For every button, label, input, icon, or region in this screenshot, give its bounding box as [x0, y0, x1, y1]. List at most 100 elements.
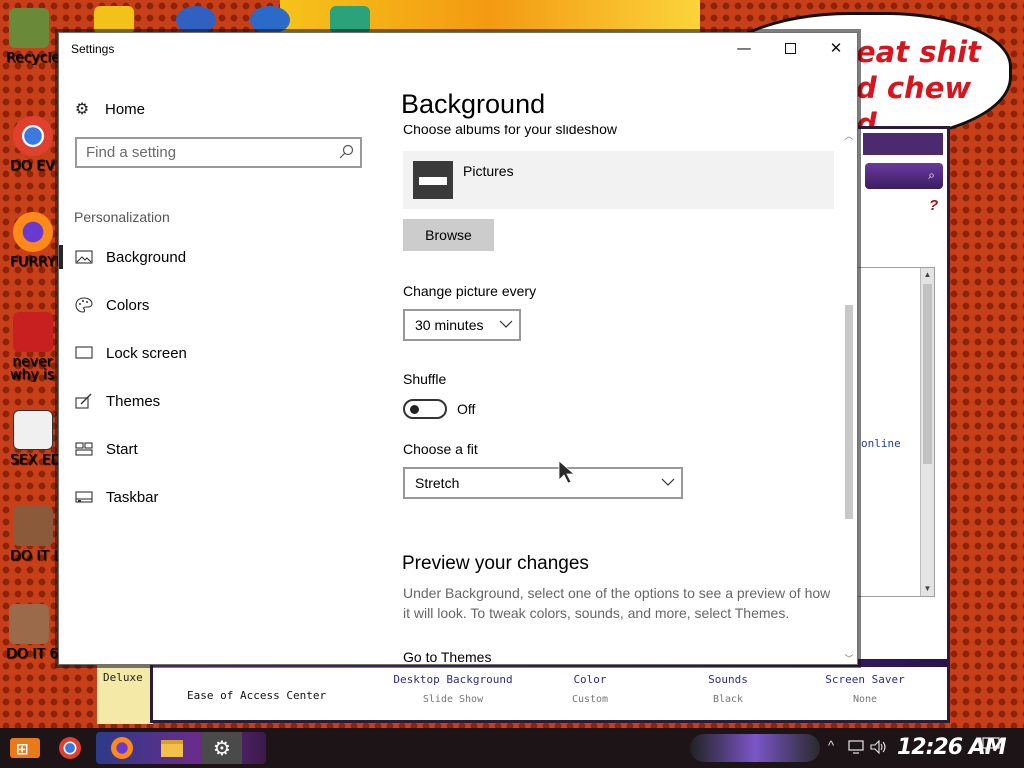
volume-icon[interactable] — [870, 740, 888, 754]
page-title: Background — [401, 89, 546, 119]
find-setting-search[interactable] — [75, 137, 362, 168]
color-item[interactable]: Color Custom — [520, 673, 660, 705]
scroll-thumb[interactable] — [923, 284, 932, 464]
desktop-icon-label: Recycle — [6, 52, 60, 65]
sidebar-item-lock-screen[interactable]: Lock screen — [59, 333, 359, 373]
start-button[interactable]: ⊞ — [8, 734, 42, 762]
taskbar-file-explorer[interactable] — [154, 732, 190, 764]
sounds-item[interactable]: Sounds Black — [658, 673, 798, 705]
minimize-icon: — — [736, 39, 752, 57]
choose-fit-label: Choose a fit — [403, 441, 478, 457]
shuffle-toggle[interactable] — [403, 399, 447, 419]
folder-icon — [413, 161, 453, 199]
sidebar-item-taskbar[interactable]: Taskbar — [59, 477, 359, 517]
choose-fit-dropdown[interactable]: Stretch — [403, 467, 683, 499]
chevron-down-icon — [661, 478, 675, 486]
shuffle-label: Shuffle — [403, 371, 447, 387]
brush-icon — [75, 393, 92, 409]
taskbar-settings[interactable]: ⚙ — [202, 732, 242, 764]
taskbar-chrome[interactable] — [52, 732, 88, 764]
control-panel-list: ▲ ▼ — [853, 267, 935, 597]
go-to-themes-link[interactable]: Go to Themes — [403, 649, 491, 664]
desktop-background-item[interactable]: Desktop Background Slide Show — [383, 673, 523, 705]
sidebar-item-background[interactable]: Background — [59, 237, 359, 277]
sidebar-item-colors[interactable]: Colors — [59, 285, 359, 325]
desktop-icon-devcpp[interactable]: never u why is it — [8, 312, 68, 382]
change-picture-dropdown[interactable]: 30 minutes — [403, 309, 521, 341]
item-title: Screen Saver — [825, 673, 905, 686]
sidebar-item-label: Start — [106, 440, 138, 458]
deluxe-label: Deluxe — [103, 671, 143, 684]
ease-of-access-link[interactable]: Ease of Access Center — [187, 689, 326, 702]
online-link[interactable]: online — [861, 437, 901, 450]
control-panel-search[interactable]: ⌕ — [865, 163, 943, 189]
minimize-button[interactable]: — — [721, 33, 767, 63]
preview-description: Under Background, select one of the opti… — [403, 585, 831, 621]
search-input[interactable] — [77, 139, 327, 166]
scroll-up-arrow-icon[interactable]: ▲ — [921, 268, 934, 282]
help-icon[interactable]: ? — [929, 197, 938, 214]
sidebar-item-label: Taskbar — [106, 488, 159, 506]
start-grid-icon — [75, 442, 93, 456]
desktop-app-icon-1[interactable] — [94, 6, 134, 34]
settings-window: Settings — ✕ ⚙ Home Personalization Back… — [58, 32, 858, 665]
desktop-icon-portrait-2[interactable]: DO IT 64 — [4, 604, 67, 661]
chrome-icon — [13, 116, 53, 156]
dropdown-value: 30 minutes — [415, 317, 484, 333]
album-pictures[interactable]: Pictures — [403, 151, 834, 209]
list-scrollbar[interactable]: ▲ ▼ — [920, 268, 934, 596]
desktop-app-icon-2[interactable] — [176, 6, 216, 34]
item-subtitle: Slide Show — [422, 694, 484, 705]
scroll-down-arrow-icon[interactable]: ▼ — [921, 582, 934, 596]
folder-icon — [161, 739, 183, 757]
recycle-bin-icon — [9, 8, 49, 48]
sidebar-item-label: Background — [106, 248, 187, 266]
active-indicator — [59, 245, 63, 269]
control-panel-titlebar — [863, 133, 943, 155]
content-scrollbar[interactable]: ︿ ﹀ — [843, 129, 855, 664]
scroll-thumb[interactable] — [845, 305, 853, 519]
gear-icon: ⚙ — [74, 101, 90, 118]
desktop-icon-firefox[interactable]: FURRYFU — [8, 212, 74, 269]
item-title: Desktop Background — [393, 673, 513, 686]
desktop-icon-portrait-1[interactable]: DO IT LI — [8, 506, 65, 563]
notification-icon[interactable] — [982, 737, 1000, 753]
change-picture-label: Change picture every — [403, 283, 537, 299]
dropdown-value: Stretch — [415, 475, 460, 491]
sidebar-item-start[interactable]: Start — [59, 429, 359, 469]
maximize-icon — [784, 43, 796, 54]
mouse-cursor-icon — [558, 460, 576, 484]
sidebar-item-label: Colors — [106, 296, 150, 314]
desktop-icon-recycle[interactable]: Recycle — [4, 8, 60, 65]
network-icon[interactable] — [848, 740, 864, 754]
nav-section-heading: Personalization — [74, 209, 170, 225]
close-button[interactable]: ✕ — [813, 33, 857, 63]
item-title: Sounds — [708, 673, 748, 686]
tray-chevron-icon[interactable]: ^ — [828, 738, 834, 753]
desktop-app-icon-4[interactable] — [330, 6, 370, 34]
settings-titlebar[interactable]: Settings — ✕ — [59, 33, 857, 65]
search-icon[interactable] — [338, 144, 354, 160]
albums-heading: Choose albums for your slideshow — [403, 125, 617, 137]
desktop-icon-chrome[interactable]: DO EV — [8, 116, 58, 173]
scroll-down-arrow-icon[interactable]: ﹀ — [843, 652, 855, 664]
screen-saver-item[interactable]: Screen Saver None — [795, 673, 935, 705]
toggle-knob — [410, 405, 419, 414]
sidebar-item-label: Lock screen — [106, 344, 187, 362]
hxd-icon — [13, 410, 53, 450]
desktop-icon-hxd[interactable]: SEX EDI — [8, 410, 66, 467]
window-title: Settings — [71, 42, 115, 56]
sidebar-item-themes[interactable]: Themes — [59, 381, 359, 421]
taskbar-decoration-right — [690, 734, 820, 762]
item-subtitle: Custom — [571, 694, 609, 705]
desktop-app-icon-3[interactable] — [250, 6, 290, 34]
taskbar-firefox[interactable] — [104, 732, 140, 764]
maximize-button[interactable] — [767, 33, 813, 63]
scroll-up-arrow-icon[interactable]: ︿ — [843, 129, 855, 142]
preview-heading: Preview your changes — [402, 553, 589, 574]
chrome-icon — [59, 737, 81, 759]
firefox-icon — [13, 212, 53, 252]
browse-button[interactable]: Browse — [403, 219, 494, 251]
picture-icon — [75, 250, 93, 264]
nav-home[interactable]: ⚙ Home — [73, 97, 145, 121]
